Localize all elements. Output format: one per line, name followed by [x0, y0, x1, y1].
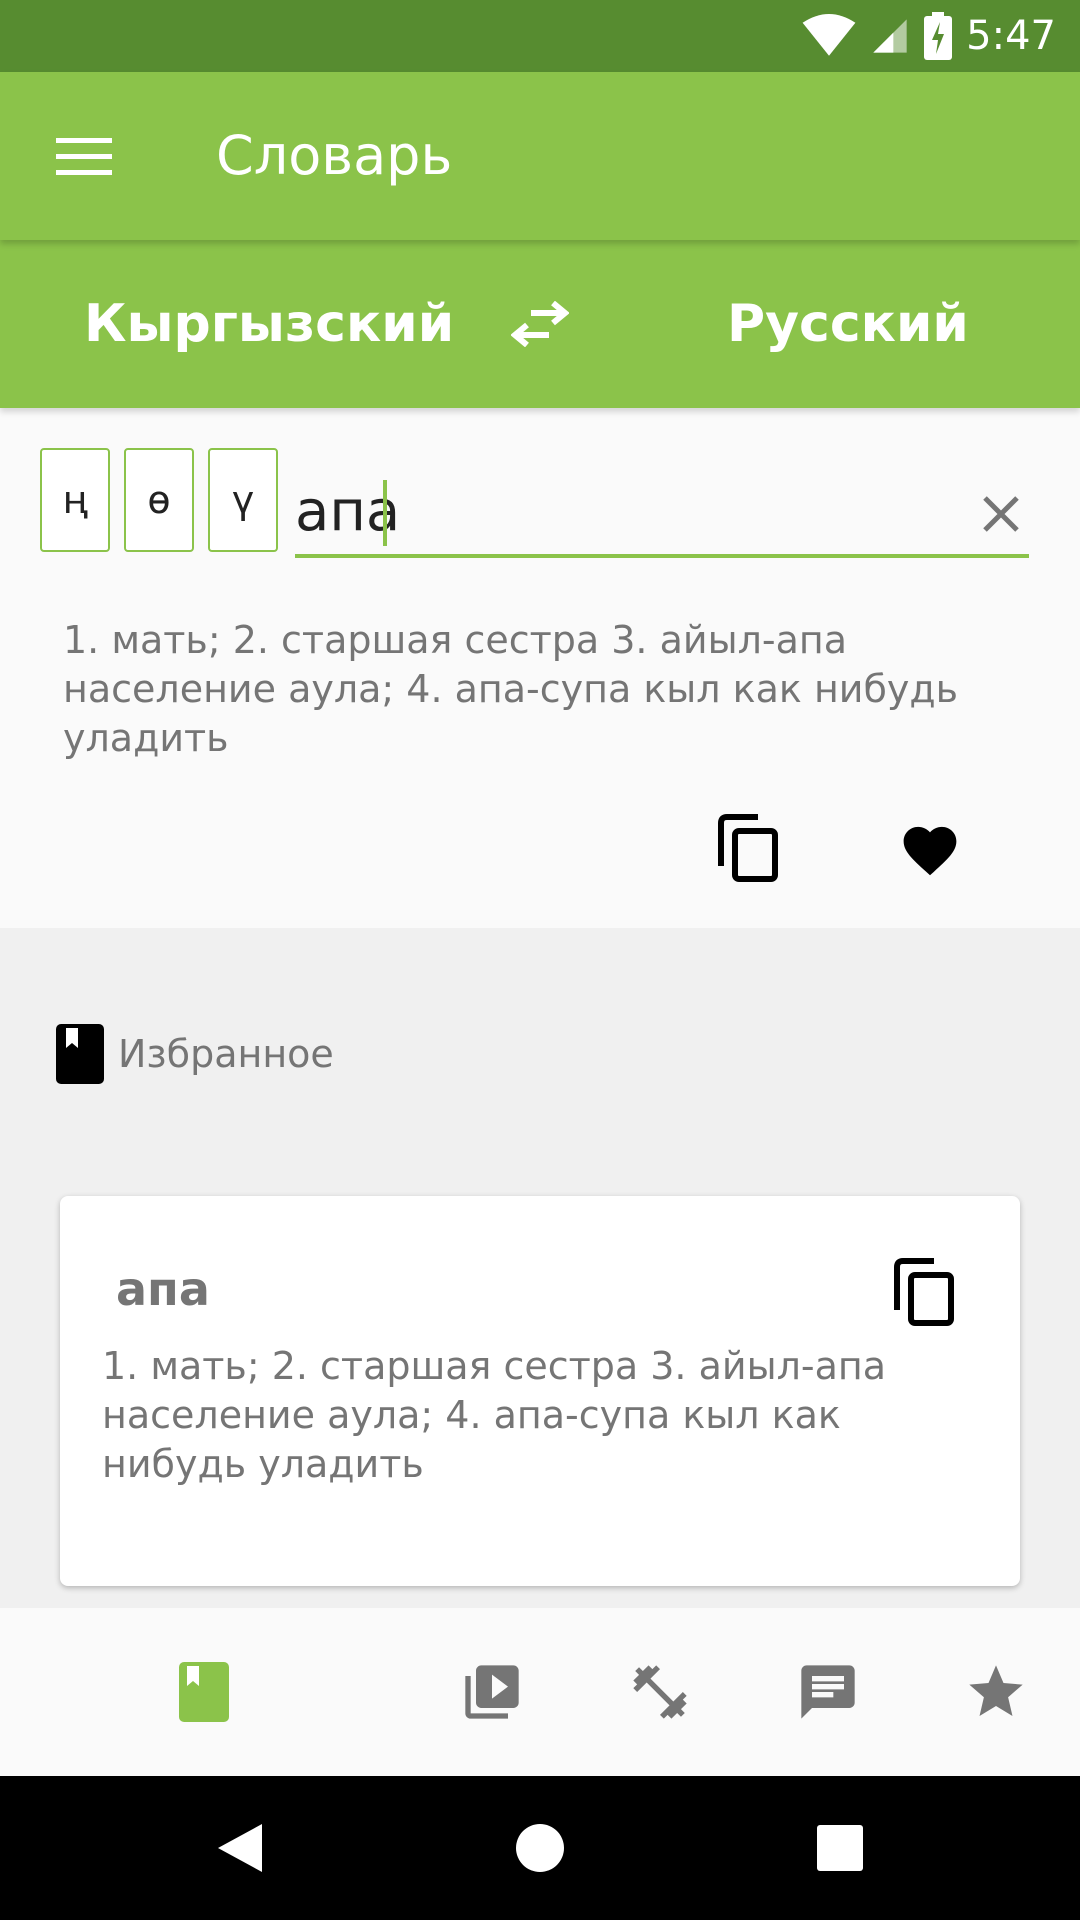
nav-favorites[interactable] — [936, 1608, 1056, 1776]
copy-translation-button[interactable] — [712, 808, 784, 888]
favorite-word: апа — [116, 1262, 210, 1316]
add-favorite-button[interactable] — [890, 808, 970, 888]
search-field — [295, 468, 1029, 558]
heart-icon — [903, 826, 957, 876]
status-bar: 5:47 — [0, 0, 1080, 72]
app-bar: Словарь — [0, 72, 1080, 240]
nav-phrases[interactable] — [768, 1608, 888, 1776]
back-button[interactable] — [180, 1776, 300, 1920]
copy-icon — [894, 1258, 954, 1326]
recents-button[interactable] — [780, 1776, 900, 1920]
favorite-translation: 1. мать; 2. старшая сестра 3. айыл-апа н… — [102, 1344, 886, 1486]
book-icon — [179, 1662, 229, 1722]
chat-icon — [801, 1665, 855, 1719]
search-panel: ң ө ү 1. мать; 2. старшая сестра 3. айыл… — [0, 408, 1080, 928]
target-language-selector[interactable]: Русский — [727, 240, 969, 408]
page-title: Словарь — [216, 124, 453, 187]
nav-training[interactable] — [600, 1608, 720, 1776]
char-key-o-bar[interactable]: ө — [124, 448, 194, 552]
search-input[interactable] — [295, 468, 935, 554]
hamburger-menu-icon — [56, 138, 112, 175]
language-bar: Кыргызский Русский — [0, 240, 1080, 408]
char-key-ng[interactable]: ң — [40, 448, 110, 552]
bottom-navigation — [0, 1608, 1080, 1776]
dumbbell-icon — [633, 1665, 687, 1719]
favorite-card[interactable]: апа 1. мать; 2. старшая сестра 3. айыл-а… — [60, 1196, 1020, 1586]
favorites-header: Избранное — [56, 1024, 334, 1084]
copy-favorite-button[interactable] — [888, 1252, 960, 1332]
video-library-icon — [465, 1665, 519, 1719]
favorites-title: Избранное — [118, 1032, 334, 1076]
translation-result: 1. мать; 2. старшая сестра 3. айыл-апа н… — [63, 618, 959, 760]
wifi-icon — [802, 14, 856, 56]
star-icon — [969, 1665, 1023, 1716]
book-icon — [56, 1024, 104, 1084]
nav-video[interactable] — [432, 1608, 552, 1776]
text-cursor — [383, 480, 387, 546]
battery-charging-icon — [924, 12, 953, 60]
cell-signal-icon — [873, 19, 907, 53]
system-navigation-bar — [0, 1776, 1080, 1920]
swap-languages-button[interactable] — [500, 292, 580, 356]
char-key-u-straight[interactable]: ү — [208, 448, 278, 552]
back-icon — [218, 1824, 262, 1872]
clear-search-button[interactable] — [973, 486, 1029, 542]
swap-arrows-icon — [511, 301, 569, 347]
menu-button[interactable] — [40, 120, 128, 192]
home-button[interactable] — [480, 1776, 600, 1920]
close-icon — [983, 496, 1019, 532]
source-language-selector[interactable]: Кыргызский — [84, 240, 454, 408]
status-time: 5:47 — [966, 13, 1056, 59]
nav-dictionary[interactable] — [144, 1608, 264, 1776]
home-icon — [516, 1824, 564, 1872]
recents-icon — [817, 1825, 863, 1871]
copy-icon — [718, 814, 778, 882]
